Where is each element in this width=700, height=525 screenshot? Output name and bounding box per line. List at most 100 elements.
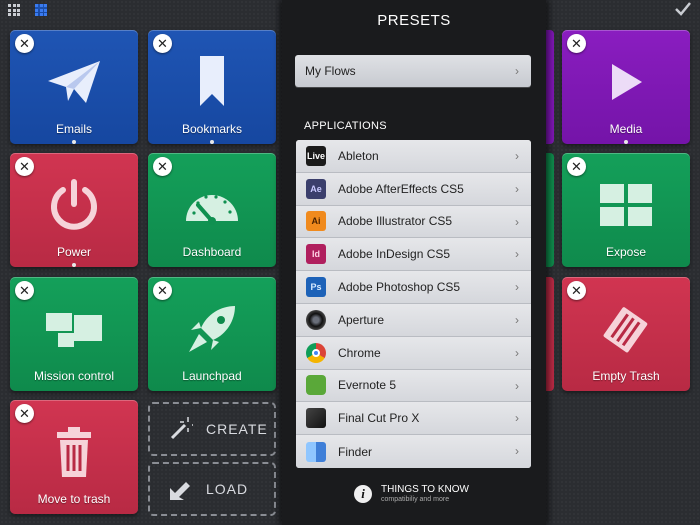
things-to-know-link[interactable]: i THINGS TO KNOW compatibiliy and more xyxy=(354,484,469,503)
app-row[interactable]: Ae Adobe AfterEffects CS5 › xyxy=(296,172,531,206)
chrome-icon xyxy=(306,342,326,363)
chevron-right-icon: › xyxy=(515,181,519,196)
create-label: CREATE xyxy=(206,421,268,437)
chevron-right-icon: › xyxy=(515,214,519,229)
remove-dashboard-button[interactable]: ✕ xyxy=(153,157,172,176)
hidden-tile-edge xyxy=(546,30,554,144)
remove-bookmarks-button[interactable]: ✕ xyxy=(153,34,172,53)
chevron-right-icon: › xyxy=(515,444,519,459)
app-row[interactable]: Ai Adobe Illustrator CS5 › xyxy=(296,205,531,239)
app-name: Ableton xyxy=(338,148,379,163)
mission-control-icon xyxy=(46,313,102,347)
bookmark-icon xyxy=(200,56,224,106)
tile-emails[interactable]: ✕ Emails xyxy=(10,30,138,144)
finder-icon xyxy=(306,441,326,462)
app-row[interactable]: Final Cut Pro X › xyxy=(296,402,531,436)
chevron-right-icon: › xyxy=(515,411,519,426)
chevron-right-icon: › xyxy=(515,345,519,360)
evernote-icon xyxy=(306,375,326,396)
trash-icon xyxy=(57,427,91,477)
remove-empty-trash-button[interactable]: ✕ xyxy=(567,281,586,300)
info-icon: i xyxy=(354,484,372,503)
load-label: LOAD xyxy=(206,481,249,497)
my-flows-button[interactable]: My Flows › xyxy=(295,55,531,87)
app-row[interactable]: Finder › xyxy=(296,435,531,468)
my-flows-label: My Flows xyxy=(305,64,356,78)
power-icon xyxy=(51,179,97,230)
remove-media-button[interactable]: ✕ xyxy=(567,34,586,53)
photoshop-icon: Ps xyxy=(306,277,326,298)
hidden-tile-edge xyxy=(546,153,554,267)
create-button[interactable]: CREATE xyxy=(148,402,276,456)
chevron-right-icon: › xyxy=(515,149,519,163)
tile-move-to-trash[interactable]: ✕ Move to trash xyxy=(10,400,138,514)
app-row[interactable]: Evernote 5 › xyxy=(296,369,531,403)
remove-power-button[interactable]: ✕ xyxy=(15,157,34,176)
app-row[interactable]: Aperture › xyxy=(296,303,531,337)
tile-media[interactable]: ✕ Media xyxy=(562,30,690,144)
presets-panel: PRESETS My Flows › APPLICATIONS Live Able… xyxy=(282,0,546,525)
tile-mission-control[interactable]: ✕ Mission control xyxy=(10,277,138,391)
applications-heading: APPLICATIONS xyxy=(304,120,387,132)
magic-wand-icon xyxy=(170,417,193,440)
done-check-icon[interactable] xyxy=(674,0,692,18)
chevron-right-icon: › xyxy=(515,280,519,295)
app-row[interactable]: Ps Adobe Photoshop CS5 › xyxy=(296,271,531,304)
remove-mission-control-button[interactable]: ✕ xyxy=(15,281,34,300)
chevron-right-icon: › xyxy=(515,64,519,78)
remove-expose-button[interactable]: ✕ xyxy=(567,157,586,176)
app-name: Chrome xyxy=(338,345,381,360)
grid-view-icon[interactable] xyxy=(8,4,20,16)
grid-edit-icon[interactable] xyxy=(35,4,47,16)
app-name: Finder xyxy=(338,444,373,459)
app-name: Final Cut Pro X xyxy=(338,411,420,426)
indicator-dot xyxy=(210,140,214,144)
chevron-right-icon: › xyxy=(515,312,519,327)
tile-dashboard[interactable]: ✕ Dashboard xyxy=(148,153,276,267)
info-title: THINGS TO KNOW xyxy=(381,484,469,495)
load-arrow-icon xyxy=(170,482,190,500)
tile-label: Bookmarks xyxy=(181,122,243,136)
aperture-icon xyxy=(306,309,326,330)
app-row[interactable]: Chrome › xyxy=(296,336,531,370)
tile-label: Move to trash xyxy=(37,492,111,506)
indicator-dot xyxy=(72,140,76,144)
rocket-icon xyxy=(189,306,235,352)
chevron-right-icon: › xyxy=(515,247,519,262)
load-button[interactable]: LOAD xyxy=(148,462,276,516)
app-name: Adobe AfterEffects CS5 xyxy=(338,181,464,196)
tile-bookmarks[interactable]: ✕ Bookmarks xyxy=(148,30,276,144)
tile-launchpad[interactable]: ✕ Launchpad xyxy=(148,277,276,391)
tile-label: Emails xyxy=(55,122,92,136)
empty-trash-icon xyxy=(603,307,648,353)
app-row[interactable]: Live Ableton › xyxy=(296,140,531,173)
chevron-right-icon: › xyxy=(515,378,519,393)
tile-label: Media xyxy=(609,122,643,136)
tile-label: Empty Trash xyxy=(592,369,660,383)
panel-title: PRESETS xyxy=(377,12,451,29)
tile-label: Launchpad xyxy=(182,369,242,383)
info-subtitle: compatibiliy and more xyxy=(381,496,450,503)
applications-list: Live Ableton › Ae Adobe AfterEffects CS5 › Ai A… xyxy=(296,140,531,468)
final-cut-icon xyxy=(306,408,326,429)
app-name: Adobe InDesign CS5 xyxy=(338,247,451,262)
app-row[interactable]: Id Adobe InDesign CS5 › xyxy=(296,238,531,272)
tile-label: Dashboard xyxy=(182,245,242,259)
hidden-tile-edge xyxy=(546,277,554,391)
expose-windows-icon xyxy=(600,184,652,226)
remove-launchpad-button[interactable]: ✕ xyxy=(153,281,172,300)
play-icon xyxy=(612,64,642,100)
paper-plane-icon xyxy=(48,61,100,103)
app-name: Adobe Photoshop CS5 xyxy=(338,280,461,295)
tile-power[interactable]: ✕ Power xyxy=(10,153,138,267)
ableton-icon: Live xyxy=(306,145,326,166)
tile-empty-trash[interactable]: ✕ Empty Trash xyxy=(562,277,690,391)
remove-move-to-trash-button[interactable]: ✕ xyxy=(15,404,34,423)
indicator-dot xyxy=(624,140,628,144)
app-name: Adobe Illustrator CS5 xyxy=(338,214,453,229)
gauge-icon xyxy=(186,195,238,225)
tile-expose[interactable]: ✕ Expose xyxy=(562,153,690,267)
indicator-dot xyxy=(72,263,76,267)
illustrator-icon: Ai xyxy=(306,211,326,232)
remove-emails-button[interactable]: ✕ xyxy=(15,34,34,53)
